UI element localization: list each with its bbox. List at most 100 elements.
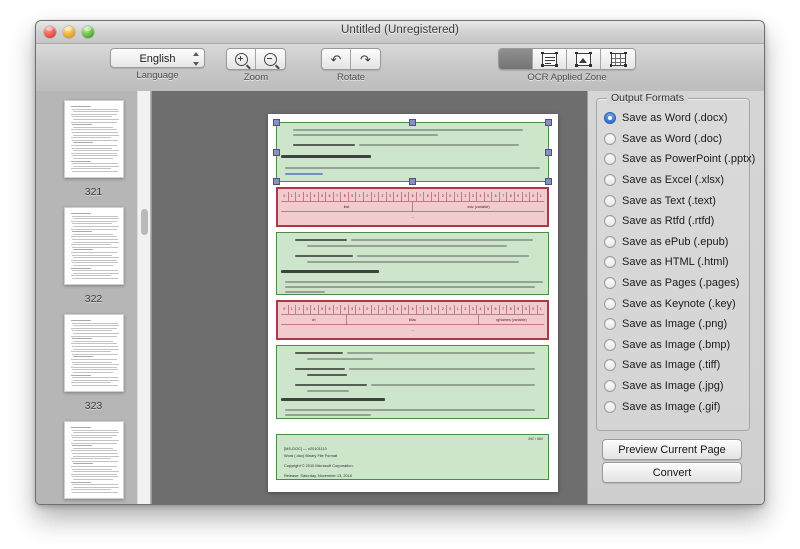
radio-button[interactable] (604, 380, 616, 393)
output-format-option[interactable]: Save as ePub (.epub) (604, 232, 743, 253)
document-canvas[interactable]: 01234567891012345678920123456789301 ibst… (152, 91, 588, 504)
radio-button[interactable] (604, 400, 616, 413)
bit-index-cell: 8 (507, 192, 515, 201)
output-format-option[interactable]: Save as Image (.jpg) (604, 376, 743, 397)
title-bar[interactable]: Untitled (Unregistered) (36, 21, 764, 44)
zone-handle-top-left[interactable] (273, 119, 280, 126)
radio-button[interactable] (604, 215, 616, 228)
output-format-option[interactable]: Save as Keynote (.key) (604, 293, 743, 314)
zone-handle-top-right[interactable] (545, 119, 552, 126)
application-window: Untitled (Unregistered) English Language (35, 20, 765, 505)
radio-button[interactable] (604, 112, 616, 125)
bit-index-cell: 6 (409, 305, 417, 314)
output-format-option[interactable]: Save as Rtfd (.rtfd) (604, 211, 743, 232)
ocr-zone-text-3[interactable] (276, 345, 549, 419)
bit-index-cell: 0 (364, 192, 372, 201)
zone-handle-top-center[interactable] (409, 119, 416, 126)
zone-handle-bottom-left[interactable] (273, 178, 280, 185)
bit-index-cell: 8 (507, 305, 515, 314)
footer-line-2: Word (.doc) Binary File Format (284, 453, 338, 458)
bit-index-cell: 4 (311, 192, 319, 201)
ocr-zone-text-2[interactable] (276, 232, 549, 295)
radio-button[interactable] (604, 277, 616, 290)
bit-index-cell: 4 (311, 305, 319, 314)
sidebar-scrollbar-thumb[interactable] (141, 209, 148, 235)
output-format-option[interactable]: Save as Text (.text) (604, 190, 743, 211)
output-format-option[interactable]: Save as Excel (.xlsx) (604, 170, 743, 191)
bit-index-cell: 8 (424, 305, 432, 314)
radio-button[interactable] (604, 256, 616, 269)
ocr-zone-table-1[interactable]: 01234567891012345678920123456789301 ibst… (276, 187, 549, 227)
ocr-zone-table-2[interactable]: 01234567891012345678920123456789301 ch iM… (276, 300, 549, 340)
thumbnail-preview[interactable] (63, 207, 124, 285)
rotate-counterclockwise-button[interactable]: ↶ (322, 49, 351, 69)
thumbnail-item[interactable]: 323 (36, 305, 151, 412)
table-zone-tool-button[interactable] (601, 49, 635, 69)
thumbnail-preview[interactable] (63, 100, 124, 178)
thumbnail-preview[interactable] (63, 421, 124, 499)
page-thumbnails-sidebar[interactable]: 321322323324325 (36, 91, 152, 504)
thumbnail-item[interactable]: 324 (36, 412, 151, 504)
radio-button[interactable] (604, 153, 616, 166)
radio-button[interactable] (604, 297, 616, 310)
output-format-option[interactable]: Save as Image (.gif) (604, 396, 743, 417)
bit-index-cell: 3 (523, 305, 531, 314)
radio-button[interactable] (604, 235, 616, 248)
rotate-clockwise-button[interactable]: ↷ (351, 49, 380, 69)
bit-index-row: 01234567891012345678920123456789301 (281, 305, 544, 314)
thumbnail-item[interactable]: 322 (36, 198, 151, 305)
preview-current-page-button[interactable]: Preview Current Page (602, 439, 742, 460)
output-format-option[interactable]: Save as Word (.docx) (604, 108, 743, 129)
thumbnail-preview[interactable] (63, 314, 124, 392)
sidebar-scrollbar[interactable] (137, 91, 150, 504)
output-format-label: Save as HTML (.html) (622, 256, 729, 269)
bit-index-cell: 1 (539, 307, 542, 311)
radio-button[interactable] (604, 318, 616, 331)
output-format-label: Save as Pages (.pages) (622, 277, 740, 290)
language-group: English Language (110, 48, 205, 81)
output-format-label: Save as Image (.jpg) (622, 380, 724, 393)
ocr-zone-footer[interactable]: 392 / 562 [MS-DOC] — v20101113 Word (.do… (276, 434, 549, 480)
radio-button[interactable] (604, 194, 616, 207)
bit-index-cell: 3 (304, 192, 312, 201)
bit-index-cell: 5 (319, 305, 327, 314)
output-format-label: Save as Image (.bmp) (622, 338, 731, 351)
ocr-zone-text-1[interactable] (273, 119, 552, 185)
language-caption: Language (136, 70, 179, 81)
zone-handle-middle-right[interactable] (545, 148, 552, 156)
language-value: English (139, 53, 176, 65)
output-format-option[interactable]: Save as Pages (.pages) (604, 273, 743, 294)
zoom-in-button[interactable] (227, 49, 256, 69)
image-zone-tool-button[interactable] (567, 49, 601, 69)
bit-index-cell: 5 (402, 305, 410, 314)
bit-index-cell: 5 (485, 305, 493, 314)
output-format-radio-list: Save as Word (.docx) Save as Word (.doc) S… (604, 108, 755, 417)
bit-index-cell: 9 (515, 305, 523, 314)
ocr-zone-group: OCR Applied Zone (498, 48, 636, 83)
select-zone-tool-button[interactable] (499, 49, 533, 69)
output-format-option[interactable]: Save as HTML (.html) (604, 252, 743, 273)
thumbnail-item[interactable]: 321 (36, 91, 151, 198)
output-format-option[interactable]: Save as Image (.bmp) (604, 335, 743, 356)
output-format-option[interactable]: Save as Word (.doc) (604, 129, 743, 150)
bit-index-cell: 5 (485, 192, 493, 201)
radio-button[interactable] (604, 359, 616, 372)
footer-line-1: [MS-DOC] — v20101113 (284, 446, 327, 451)
zone-handle-middle-left[interactable] (273, 148, 280, 156)
zoom-out-button[interactable] (256, 49, 285, 69)
output-format-label: Save as Rtfd (.rtfd) (622, 215, 715, 228)
radio-button[interactable] (604, 174, 616, 187)
text-zone-tool-button[interactable] (533, 49, 567, 69)
output-format-option[interactable]: Save as Image (.png) (604, 314, 743, 335)
convert-button[interactable]: Convert (602, 462, 742, 483)
radio-button[interactable] (604, 338, 616, 351)
zone-handle-bottom-center[interactable] (409, 178, 416, 185)
output-format-option[interactable]: Save as Image (.tiff) (604, 355, 743, 376)
radio-button[interactable] (604, 132, 616, 145)
zone-handle-bottom-right[interactable] (545, 178, 552, 185)
language-popup-button[interactable]: English (110, 48, 205, 68)
bit-index-cell: 1 (356, 305, 365, 314)
output-format-option[interactable]: Save as PowerPoint (.pptx) (604, 149, 755, 170)
document-page[interactable]: 01234567891012345678920123456789301 ibst… (268, 114, 558, 492)
bit-index-row: 01234567891012345678920123456789301 (281, 192, 544, 201)
